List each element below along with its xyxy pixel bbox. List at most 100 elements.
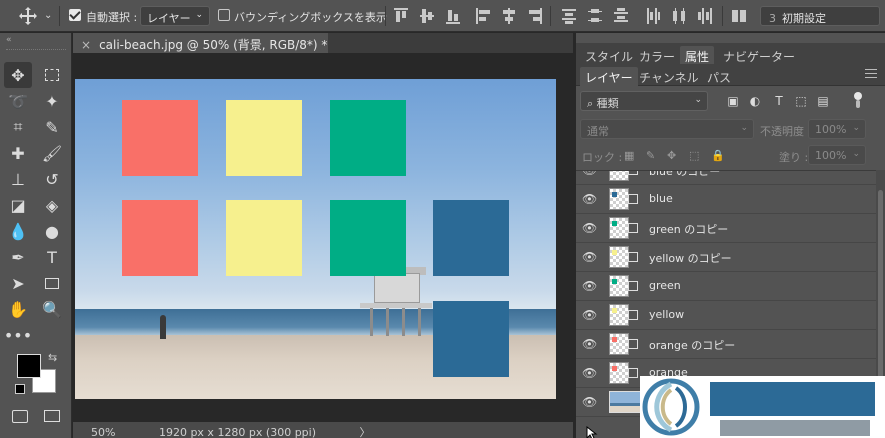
align-bottom-edges-icon[interactable] <box>446 8 460 24</box>
adjustment-layer-filter-icon[interactable]: ◐ <box>748 94 762 108</box>
crop-tool-icon[interactable]: ⌗ <box>4 114 32 140</box>
yellow-copy-square[interactable] <box>226 100 302 176</box>
layer-name[interactable]: yellow のコピー <box>649 250 732 266</box>
collapse-arrows-icon[interactable]: « <box>6 35 11 45</box>
layer-row[interactable]: 👁 blue のコピー <box>576 171 876 185</box>
layer-row[interactable]: 👁 yellow のコピー <box>576 243 876 272</box>
lock-artboard-icon[interactable]: ⬚ <box>689 149 699 162</box>
lock-transparent-pixels-icon[interactable]: ▦ <box>624 149 634 162</box>
blend-mode-dropdown[interactable]: 通常 ⌄ <box>580 119 754 139</box>
swap-colors-icon[interactable]: ⇆ <box>48 351 57 364</box>
move-tool-icon[interactable]: ✥ <box>4 62 32 88</box>
more-tools-icon[interactable]: ••• <box>4 322 32 348</box>
panel-grip[interactable] <box>6 49 66 51</box>
visibility-eye-icon[interactable]: 👁 <box>582 279 597 293</box>
marquee-tool-icon[interactable] <box>38 62 66 88</box>
distribute-top-icon[interactable] <box>562 8 576 24</box>
move-tool-icon[interactable] <box>18 6 38 26</box>
green-square[interactable] <box>330 200 406 276</box>
layer-row[interactable]: 👁 green のコピー <box>576 214 876 243</box>
tab-channels[interactable]: チャンネル <box>634 67 704 86</box>
brush-tool-icon[interactable]: 🖌 <box>38 140 66 166</box>
quick-mask-icon[interactable] <box>6 403 34 429</box>
auto-select-target-dropdown[interactable]: レイヤー ⌄ <box>140 6 210 26</box>
tab-properties[interactable]: 属性 <box>680 46 715 65</box>
foreground-color-swatch[interactable] <box>17 354 41 378</box>
healing-brush-tool-icon[interactable]: ✚ <box>4 140 32 166</box>
clone-stamp-tool-icon[interactable]: ⊥ <box>4 166 32 192</box>
layer-row[interactable]: 👁 yellow <box>576 301 876 330</box>
screen-mode-icon[interactable] <box>38 403 66 429</box>
panel-menu-icon[interactable] <box>865 69 877 79</box>
layer-name[interactable]: yellow <box>649 308 684 321</box>
distribute-horizontal-centers-icon[interactable] <box>672 8 686 24</box>
beach-photo[interactable] <box>75 79 556 399</box>
green-copy-square[interactable] <box>330 100 406 176</box>
visibility-eye-icon[interactable]: 👁 <box>582 366 597 380</box>
dodge-tool-icon[interactable]: ● <box>38 218 66 244</box>
fill-field[interactable]: 100% ⌄ <box>808 145 866 165</box>
paint-bucket-tool-icon[interactable]: ◈ <box>38 192 66 218</box>
pen-tool-icon[interactable]: ✒ <box>4 244 32 270</box>
lasso-tool-icon[interactable]: ➰ <box>4 88 32 114</box>
visibility-eye-icon[interactable]: 👁 <box>582 395 597 409</box>
canvas-area[interactable] <box>73 53 573 422</box>
scrollbar-thumb[interactable] <box>878 190 883 390</box>
yellow-square[interactable] <box>226 200 302 276</box>
smart-object-filter-icon[interactable]: ▤ <box>816 94 830 108</box>
lock-all-icon[interactable]: 🔒 <box>711 149 725 162</box>
zoom-tool-icon[interactable]: 🔍 <box>38 296 66 322</box>
layer-name[interactable]: green <box>649 279 681 292</box>
visibility-eye-icon[interactable]: 👁 <box>582 171 597 177</box>
align-vertical-centers-icon[interactable] <box>420 8 434 24</box>
orange-copy-square[interactable] <box>122 100 198 176</box>
eraser-tool-icon[interactable]: ◪ <box>4 192 32 218</box>
visibility-eye-icon[interactable]: 👁 <box>582 308 597 322</box>
bounding-box-checkbox[interactable] <box>218 9 230 21</box>
align-horizontal-centers-icon[interactable] <box>502 8 516 24</box>
tab-styles[interactable]: スタイル <box>580 46 638 65</box>
tab-color[interactable]: カラー <box>634 46 680 65</box>
default-colors-icon[interactable] <box>15 384 25 394</box>
layer-row[interactable]: 👁 green <box>576 272 876 301</box>
layer-name[interactable]: blue <box>649 192 673 205</box>
magic-wand-tool-icon[interactable]: ✦ <box>38 88 66 114</box>
align-left-edges-icon[interactable] <box>476 8 490 24</box>
visibility-eye-icon[interactable]: 👁 <box>582 192 597 206</box>
layer-filter-dropdown[interactable]: ⌕ 種類 ⌄ <box>580 91 708 111</box>
type-layer-filter-icon[interactable]: T <box>772 94 786 108</box>
tool-preset-chevron-icon[interactable]: ⌄ <box>44 10 52 21</box>
distribute-vertical-centers-icon[interactable] <box>588 8 602 24</box>
type-tool-icon[interactable]: T <box>38 244 66 270</box>
auto-align-layers-icon[interactable] <box>732 8 746 24</box>
layer-name[interactable]: blue のコピー <box>649 171 720 179</box>
distribute-right-icon[interactable] <box>698 8 712 24</box>
layer-row[interactable]: 👁 blue <box>576 185 876 214</box>
lock-image-pixels-icon[interactable]: ✎ <box>646 149 655 162</box>
pixel-layer-filter-icon[interactable]: ▣ <box>726 94 740 108</box>
align-right-edges-icon[interactable] <box>528 8 542 24</box>
blue-copy-square[interactable] <box>433 301 509 377</box>
visibility-eye-icon[interactable]: 👁 <box>582 250 597 264</box>
shape-layer-filter-icon[interactable]: ⬚ <box>794 94 808 108</box>
rectangle-tool-icon[interactable] <box>38 270 66 296</box>
zoom-level[interactable]: 50% <box>91 426 115 438</box>
close-icon[interactable]: × <box>81 38 91 52</box>
tab-layers[interactable]: レイヤー <box>580 67 638 86</box>
visibility-eye-icon[interactable]: 👁 <box>582 221 597 235</box>
layer-name[interactable]: orange のコピー <box>649 337 735 353</box>
blur-tool-icon[interactable]: 💧 <box>4 218 32 244</box>
hand-tool-icon[interactable]: ✋ <box>4 296 32 322</box>
blue-square[interactable] <box>433 200 509 276</box>
history-brush-tool-icon[interactable]: ↺ <box>38 166 66 192</box>
3d-mode-preset[interactable]: 3 初期設定 <box>760 6 880 26</box>
distribute-left-icon[interactable] <box>646 8 660 24</box>
align-top-edges-icon[interactable] <box>394 8 408 24</box>
lock-position-icon[interactable]: ✥ <box>667 149 676 162</box>
filter-toggle-icon[interactable] <box>852 92 862 108</box>
status-menu-arrow-icon[interactable]: 〉 <box>360 426 371 438</box>
orange-square[interactable] <box>122 200 198 276</box>
tab-navigator[interactable]: ナビゲーター <box>718 46 800 65</box>
document-tab[interactable]: × cali-beach.jpg @ 50% (背景, RGB/8*) * <box>73 33 328 53</box>
visibility-eye-icon[interactable]: 👁 <box>582 337 597 351</box>
